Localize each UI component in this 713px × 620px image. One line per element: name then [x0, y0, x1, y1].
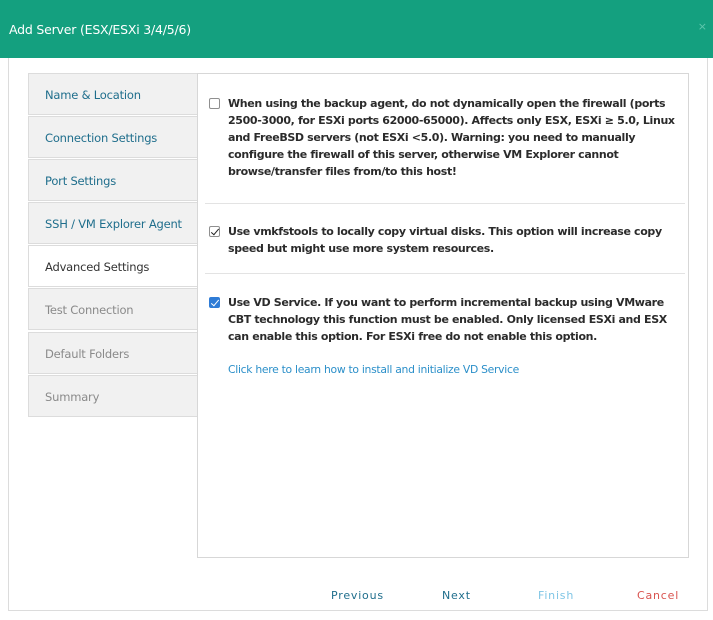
step-label: Connection Settings [45, 131, 158, 146]
step-label: Name & Location [45, 88, 141, 102]
firewall-option-text: When using the backup agent, do not dyna… [228, 97, 675, 178]
step-label: Test Connection [45, 303, 134, 318]
step-label: Port Settings [45, 174, 117, 189]
step-ssh-agent[interactable]: SSH / VM Explorer Agent [28, 202, 197, 245]
step-port-settings[interactable]: Port Settings [28, 159, 197, 202]
next-button[interactable]: Next [442, 589, 471, 602]
finish-button[interactable]: Finish [538, 589, 574, 602]
step-label: Default Folders [45, 346, 130, 361]
divider [205, 203, 685, 204]
step-connection-settings[interactable]: Connection Settings [28, 116, 197, 159]
divider [205, 273, 685, 274]
step-advanced-settings[interactable]: Advanced Settings [28, 245, 197, 288]
vd-service-checkbox[interactable] [209, 297, 220, 308]
vmkfstools-checkbox[interactable] [209, 226, 220, 237]
close-icon[interactable]: × [698, 20, 707, 33]
vmkfstools-option-text: Use vmkfstools to locally copy virtual d… [228, 225, 662, 255]
cancel-button[interactable]: Cancel [637, 589, 679, 602]
previous-button[interactable]: Previous [331, 589, 384, 602]
vd-service-help-link[interactable]: Click here to learn how to install and i… [228, 363, 519, 376]
step-label: SSH / VM Explorer Agent [45, 217, 182, 232]
wizard-steps: Name & Location Connection Settings Port… [28, 73, 197, 418]
step-label: Advanced Settings [45, 260, 150, 275]
step-label: Summary [45, 389, 100, 404]
dialog-title-bar: Add Server (ESX/ESXi 3/4/5/6) × [0, 0, 713, 58]
step-name-location[interactable]: Name & Location [28, 73, 197, 115]
advanced-settings-panel: When using the backup agent, do not dyna… [197, 73, 689, 558]
add-server-dialog: Add Server (ESX/ESXi 3/4/5/6) × Name & L… [0, 0, 713, 620]
vd-service-option-text: Use VD Service. If you want to perform i… [228, 296, 667, 343]
step-summary: Summary [28, 374, 197, 417]
dialog-title: Add Server (ESX/ESXi 3/4/5/6) [9, 22, 191, 37]
step-test-connection: Test Connection [28, 288, 197, 331]
step-default-folders: Default Folders [28, 331, 197, 374]
firewall-checkbox[interactable] [209, 98, 220, 109]
